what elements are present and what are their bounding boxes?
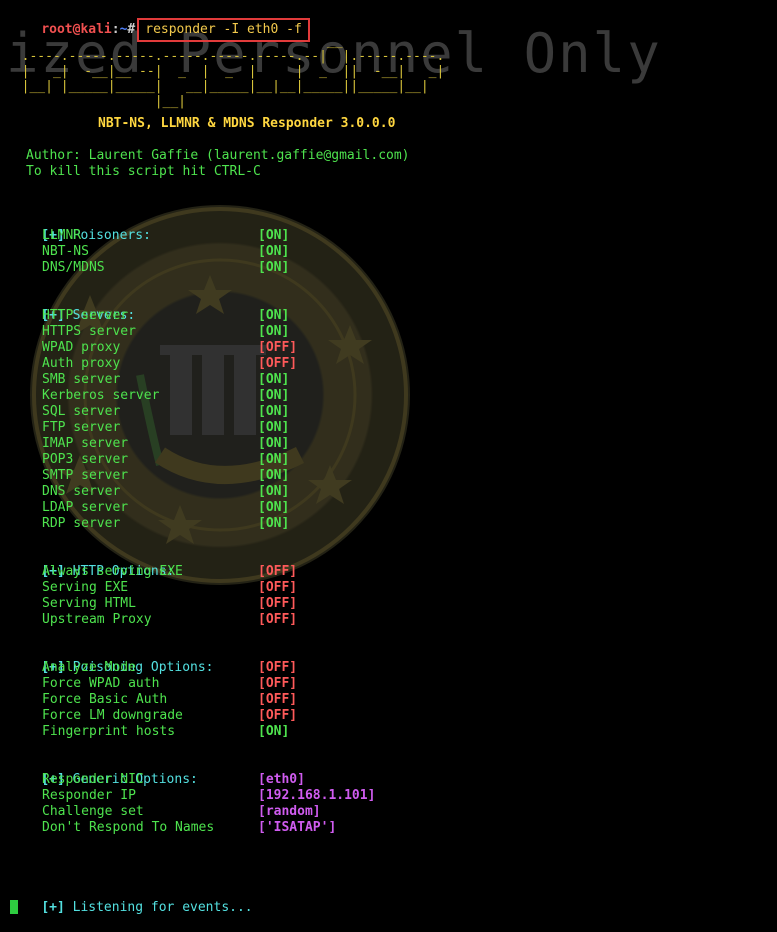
option-name: DNS/MDNS [42,260,105,275]
option-status: [ON] [258,372,290,387]
option-status: [OFF] [258,356,298,371]
option-status: [ON] [258,452,290,467]
option-status: [ON] [258,724,290,739]
responder-header: NBT-NS, LLMNR & MDNS Responder 3.0.0.0 [98,116,396,131]
option-name: Fingerprint hosts [42,724,176,739]
option-name: Always serving EXE [42,564,183,579]
option-name: Force LM downgrade [42,708,183,723]
option-value: [192.168.1.101] [258,788,376,803]
listening-line: [+] Listening for events... [10,884,253,932]
option-status: [OFF] [258,564,298,579]
section-title: Poisoners: [72,228,151,243]
option-status: [OFF] [258,580,298,595]
option-status: [ON] [258,484,290,499]
option-name: HTTP server [42,308,129,323]
option-status: [OFF] [258,660,298,675]
option-name: RDP server [42,516,121,531]
option-status: [ON] [258,468,290,483]
option-name: Kerberos server [42,388,160,403]
option-status: [ON] [258,244,290,259]
option-status: [ON] [258,404,290,419]
option-status: [ON] [258,500,290,515]
option-status: [ON] [258,388,290,403]
option-name: Auth proxy [42,356,121,371]
option-name: Serving HTML [42,596,136,611]
option-status: [OFF] [258,596,298,611]
option-name: LLMNR [42,228,82,243]
option-name: Upstream Proxy [42,612,152,627]
option-name: WPAD proxy [42,340,121,355]
option-name: FTP server [42,420,121,435]
option-name: DNS server [42,484,121,499]
option-status: [ON] [258,308,290,323]
option-status: [ON] [258,516,290,531]
option-name: SQL server [42,404,121,419]
kill-hint: To kill this script hit CTRL-C [26,164,261,179]
option-name: Force Basic Auth [42,692,168,707]
option-status: [OFF] [258,612,298,627]
option-status: [OFF] [258,692,298,707]
option-status: [ON] [258,260,290,275]
terminal-cursor [10,900,18,914]
option-name: HTTPS server [42,324,136,339]
option-status: [OFF] [258,676,298,691]
option-name: POP3 server [42,452,129,467]
option-name: SMTP server [42,468,129,483]
option-status: [ON] [258,228,290,243]
option-status: [ON] [258,436,290,451]
option-name: Responder NIC [42,772,144,787]
option-name: IMAP server [42,436,129,451]
option-name: Force WPAD auth [42,676,160,691]
option-status: [OFF] [258,340,298,355]
author-line: Author: Laurent Gaffie (laurent.gaffie@g… [26,148,410,163]
option-value: [random] [258,804,321,819]
option-status: [OFF] [258,708,298,723]
ascii-banner: __ .----.-----.-----.-----.-----.-----.-… [21,34,445,109]
option-name: NBT-NS [42,244,89,259]
option-name: LDAP server [42,500,129,515]
option-value: [eth0] [258,772,305,787]
plus-marker: [+] [41,900,65,915]
option-name: SMB server [42,372,121,387]
option-name: Analyze Mode [42,660,136,675]
option-name: Don't Respond To Names [42,820,215,835]
option-name: Challenge set [42,804,144,819]
option-name: Responder IP [42,788,136,803]
option-name: Serving EXE [42,580,129,595]
option-status: [ON] [258,324,290,339]
listening-text: Listening for events... [72,900,253,915]
option-status: [ON] [258,420,290,435]
option-value: ['ISATAP'] [258,820,337,835]
